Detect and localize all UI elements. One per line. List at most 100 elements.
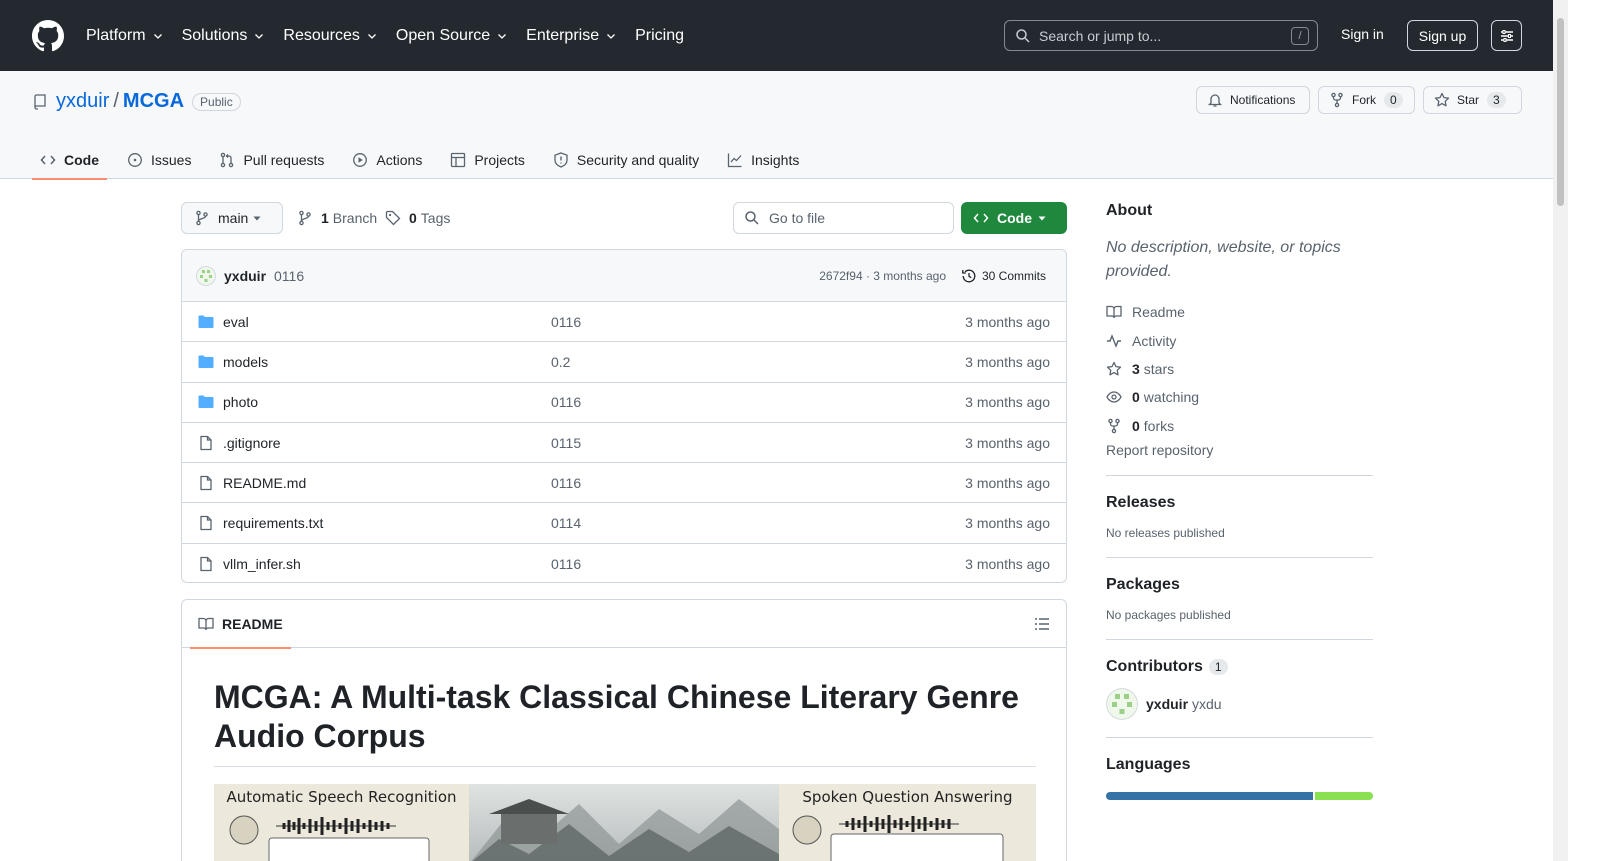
go-to-file-placeholder: Go to file: [769, 210, 826, 226]
forks-count: 0: [1132, 417, 1140, 434]
releases-heading[interactable]: Releases: [1106, 494, 1373, 512]
file-commit-message[interactable]: 0116: [551, 394, 581, 410]
file-commit-date: 3 months ago: [965, 474, 1050, 491]
star-icon: [1106, 361, 1122, 376]
repo-name-link[interactable]: MCGA: [123, 90, 184, 113]
tab-issues[interactable]: Issues: [119, 141, 199, 179]
notifications-button[interactable]: Notifications: [1196, 86, 1310, 114]
file-name[interactable]: models: [223, 354, 268, 370]
repo-title: yxduir / MCGA Public: [32, 90, 241, 113]
tags-label: Tags: [420, 210, 451, 226]
file-commit-message[interactable]: 0.2: [551, 354, 570, 370]
watching-count: 0: [1132, 389, 1140, 406]
chevron-down-icon: [153, 33, 162, 39]
file-row[interactable]: requirements.txt 0114 3 months ago: [182, 503, 1066, 544]
page-scrollbar[interactable]: [1553, 0, 1568, 861]
scrollbar-thumb[interactable]: [1557, 18, 1564, 206]
folder-icon: [198, 395, 214, 409]
file-row[interactable]: vllm_infer.sh 0116 3 months ago: [182, 544, 1066, 582]
banner-panel-sqa: Spoken Question Answering: [779, 784, 1036, 861]
sign-up-button[interactable]: Sign up: [1407, 20, 1478, 51]
file-row[interactable]: models 0.2 3 months ago: [182, 342, 1066, 383]
packages-heading[interactable]: Packages: [1106, 576, 1373, 594]
avatar[interactable]: [1106, 687, 1138, 720]
tab-label: Code: [64, 152, 99, 168]
languages-heading: Languages: [1106, 755, 1191, 773]
waveform-graphic: [229, 815, 430, 861]
nav-open-source[interactable]: Open Source: [396, 27, 508, 45]
contributor-login[interactable]: yxduir: [1146, 696, 1188, 712]
branch-selector[interactable]: main: [181, 202, 283, 234]
report-repository-link[interactable]: Report repository: [1106, 442, 1373, 458]
file-row[interactable]: .gitignore 0115 3 months ago: [182, 423, 1066, 464]
readme-link[interactable]: Readme: [1106, 298, 1373, 326]
file-commit-date: 3 months ago: [965, 555, 1050, 572]
global-search-input[interactable]: Search or jump to... /: [1004, 20, 1318, 51]
tags-link[interactable]: 0 Tags: [385, 210, 450, 226]
commit-hash-time[interactable]: 2672f94 · 3 months ago: [819, 269, 946, 283]
file-row[interactable]: eval 0116 3 months ago: [182, 302, 1066, 343]
file-name[interactable]: requirements.txt: [223, 515, 323, 531]
file-name[interactable]: .gitignore: [223, 435, 281, 451]
file-commit-date: 3 months ago: [965, 434, 1050, 451]
tab-projects[interactable]: Projects: [442, 141, 533, 179]
repo-owner-link[interactable]: yxduir: [56, 90, 109, 113]
file-icon: [200, 435, 212, 450]
fork-button[interactable]: Fork 0: [1318, 86, 1415, 114]
commits-link[interactable]: 30 Commits: [961, 268, 1046, 284]
stars-link[interactable]: 3 stars: [1106, 355, 1373, 383]
list-icon[interactable]: [1034, 616, 1050, 632]
avatar[interactable]: [196, 265, 216, 286]
tab-label: Actions: [376, 152, 423, 168]
tags-count: 0: [409, 210, 417, 226]
activity-link-label: Activity: [1132, 332, 1177, 349]
tab-label: Security and quality: [576, 152, 700, 168]
file-name[interactable]: README.md: [223, 475, 306, 491]
nav-enterprise[interactable]: Enterprise: [526, 27, 617, 45]
tab-security[interactable]: Security and quality: [545, 141, 707, 179]
nav-solutions[interactable]: Solutions: [182, 27, 266, 45]
file-name[interactable]: photo: [223, 394, 258, 410]
file-commit-message[interactable]: 0115: [551, 435, 581, 451]
go-to-file-input[interactable]: Go to file: [733, 202, 954, 234]
commit-author[interactable]: yxduir: [224, 268, 266, 284]
file-row[interactable]: README.md 0116 3 months ago: [182, 463, 1066, 504]
contributors-heading[interactable]: Contributors: [1106, 658, 1203, 676]
file-row[interactable]: photo 0116 3 months ago: [182, 383, 1066, 423]
issue-icon: [128, 153, 142, 167]
chevron-down-icon: [607, 33, 616, 39]
file-commit-date: 3 months ago: [965, 515, 1050, 532]
contributor-name: yxdu: [1192, 695, 1222, 712]
file-commit-message[interactable]: 0116: [551, 475, 581, 491]
watching-link[interactable]: 0 watching: [1106, 383, 1373, 411]
file-name[interactable]: vllm_infer.sh: [223, 556, 301, 572]
releases-empty-text: No releases published: [1106, 525, 1225, 540]
menu-button[interactable]: [1491, 20, 1522, 51]
stars-count: 3: [1132, 360, 1140, 377]
folder-icon: [198, 355, 214, 368]
branches-link[interactable]: 1 Branch: [297, 210, 377, 226]
github-logo-icon[interactable]: [32, 19, 64, 52]
tab-insights[interactable]: Insights: [719, 141, 807, 179]
tab-actions[interactable]: Actions: [344, 141, 430, 179]
nav-platform[interactable]: Platform: [86, 27, 164, 45]
contributor-item[interactable]: yxduir yxdu: [1106, 687, 1373, 720]
tab-pull-requests[interactable]: Pull requests: [211, 141, 332, 179]
sign-in-link[interactable]: Sign in: [1341, 26, 1384, 42]
file-name[interactable]: eval: [223, 314, 249, 330]
code-dropdown-button[interactable]: Code: [961, 202, 1067, 234]
file-commit-message[interactable]: 0114: [551, 515, 581, 531]
star-button[interactable]: Star 3: [1423, 86, 1522, 114]
nav-pricing[interactable]: Pricing: [635, 27, 684, 45]
contributors-header: Contributors 1: [1106, 658, 1373, 676]
forks-link[interactable]: 0 forks: [1106, 412, 1373, 440]
commit-message[interactable]: 0116: [274, 268, 304, 284]
bell-icon: [1207, 94, 1223, 107]
nav-label: Resources: [283, 26, 360, 44]
tab-code[interactable]: Code: [32, 141, 107, 180]
activity-link[interactable]: Activity: [1106, 326, 1373, 354]
file-commit-message[interactable]: 0116: [551, 556, 581, 572]
readme-tab[interactable]: README: [190, 600, 291, 649]
file-commit-message[interactable]: 0116: [551, 314, 581, 330]
nav-resources[interactable]: Resources: [283, 27, 377, 45]
